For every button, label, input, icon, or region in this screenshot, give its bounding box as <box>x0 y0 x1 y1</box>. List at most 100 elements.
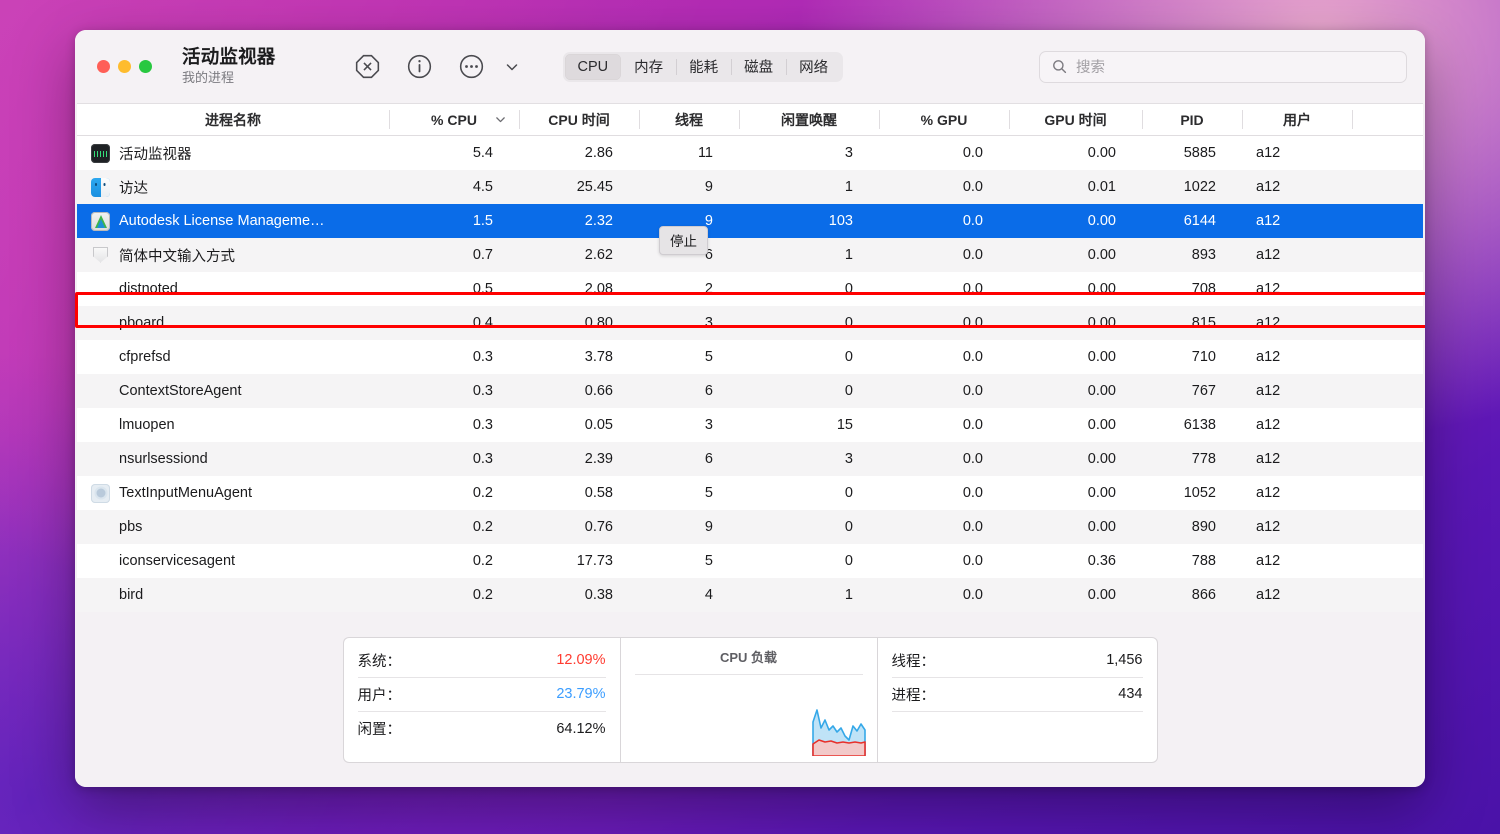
cell-process-name: bird <box>77 578 389 612</box>
cell-threads: 6 <box>704 451 713 467</box>
minimize-button[interactable] <box>118 60 131 73</box>
search-field[interactable]: 搜索 <box>1039 50 1407 83</box>
cell-process-name: Autodesk License Manageme… <box>77 204 389 238</box>
more-options-button[interactable] <box>457 52 487 82</box>
cell-threads: 5 <box>704 485 713 501</box>
column-header-idle-wake[interactable]: 闲置唤醒 <box>739 104 879 135</box>
process-info-button[interactable] <box>405 52 435 82</box>
table-row[interactable]: pbs 0.2 0.76 9 0 0.0 0.00 890 a12 <box>77 510 1423 544</box>
column-header-gpu-time[interactable]: GPU 时间 <box>1009 104 1142 135</box>
cell-threads: 5 <box>704 553 713 569</box>
cell-process-name: ContextStoreAgent <box>77 374 389 408</box>
column-header-threads[interactable]: 线程 <box>639 104 739 135</box>
cell-gpu-percent: 0.0 <box>962 519 983 535</box>
column-header-gpu-percent[interactable]: % GPU <box>879 104 1009 135</box>
cell-gpu-percent: 0.0 <box>962 451 983 467</box>
traffic-lights <box>97 60 152 73</box>
column-header-cpu-percent[interactable]: % CPU <box>389 104 519 135</box>
cell-user: a12 <box>1256 247 1281 263</box>
window-titles: 活动监视器 我的进程 <box>182 46 276 86</box>
cell-idle-wake: 103 <box>828 213 853 229</box>
cell-process-name: 简体中文输入方式 <box>77 238 389 272</box>
tab-memory[interactable]: 内存 <box>621 54 676 80</box>
table-row[interactable]: bird 0.2 0.38 4 1 0.0 0.00 866 a12 <box>77 578 1423 612</box>
cell-spacer <box>1352 170 1423 204</box>
stat-row-threads: 线程： 1,456 <box>891 644 1143 678</box>
process-name-label: TextInputMenuAgent <box>119 485 253 501</box>
table-row[interactable]: Autodesk License Manageme… 1.5 2.32 9 103 0.0… <box>77 204 1423 238</box>
table-row[interactable]: ContextStoreAgent 0.3 0.66 6 0 0.0 0.00 767 a12 <box>77 374 1423 408</box>
cell-gpu-percent: 0.0 <box>962 587 983 603</box>
more-options-dropdown-button[interactable] <box>497 52 527 82</box>
cell-user: a12 <box>1256 451 1281 467</box>
table-row[interactable]: 简体中文输入方式 0.7 2.62 6 1 0.0 0.00 893 a12 <box>77 238 1423 272</box>
cell-cpu-percent: 0.3 <box>472 451 493 467</box>
cell-cpu-time: 0.80 <box>584 315 613 331</box>
window-subtitle: 我的进程 <box>182 70 235 86</box>
process-name-label: cfprefsd <box>119 349 171 365</box>
cell-spacer <box>1352 238 1423 272</box>
cell-cpu-time: 2.32 <box>584 213 613 229</box>
info-circle-icon <box>407 54 432 79</box>
cell-gpu-percent: 0.0 <box>962 281 983 297</box>
cell-spacer <box>1352 510 1423 544</box>
table-row[interactable]: nsurlsessiond 0.3 2.39 6 3 0.0 0.00 778 a12 <box>77 442 1423 476</box>
cell-threads: 3 <box>704 315 713 331</box>
column-header-cpu-time[interactable]: CPU 时间 <box>519 104 639 135</box>
tab-network[interactable]: 网络 <box>786 54 841 80</box>
cpu-load-title: CPU 负载 <box>634 638 863 675</box>
cell-user: a12 <box>1256 349 1281 365</box>
cell-gpu-percent: 0.0 <box>962 179 983 195</box>
table-row[interactable]: TextInputMenuAgent 0.2 0.58 5 0 0.0 0.00 1052 a1… <box>77 476 1423 510</box>
stat-label-processes: 进程： <box>891 687 936 704</box>
table-row[interactable]: 访达 4.5 25.45 9 1 0.0 0.01 1022 a12 <box>77 170 1423 204</box>
table-row[interactable]: lmuopen 0.3 0.05 3 15 0.0 0.00 6138 a12 <box>77 408 1423 442</box>
activity-monitor-window: 活动监视器 我的进程 CPU 内存 能耗 磁盘 网络 搜索 进程名称 % CPU… <box>75 30 1425 787</box>
cell-pid: 6138 <box>1183 417 1216 433</box>
cell-idle-wake: 0 <box>844 519 853 535</box>
autodesk-icon <box>91 211 110 231</box>
cell-idle-wake: 15 <box>836 417 853 433</box>
column-header-user[interactable]: 用户 <box>1242 104 1352 135</box>
text-input-menu-icon <box>91 483 110 503</box>
tab-disk[interactable]: 磁盘 <box>731 54 786 80</box>
stop-process-button[interactable] <box>353 52 383 82</box>
cell-gpu-time: 0.00 <box>1087 281 1116 297</box>
cell-threads: 2 <box>704 281 713 297</box>
activity-monitor-icon <box>91 143 110 163</box>
table-row[interactable]: distnoted 0.5 2.08 2 0 0.0 0.00 708 a12 <box>77 272 1423 306</box>
cell-pid: 767 <box>1191 383 1216 399</box>
cell-user: a12 <box>1256 281 1281 297</box>
cell-gpu-time: 0.00 <box>1087 587 1116 603</box>
cell-gpu-time: 0.00 <box>1087 485 1116 501</box>
cell-gpu-time: 0.00 <box>1087 417 1116 433</box>
column-header-process-name[interactable]: 进程名称 <box>77 104 389 135</box>
cell-process-name: iconservicesagent <box>77 544 389 578</box>
cell-gpu-time: 0.00 <box>1087 349 1116 365</box>
cell-idle-wake: 1 <box>844 179 853 195</box>
process-name-label: Autodesk License Manageme… <box>119 213 325 229</box>
stop-button-tooltip: 停止 <box>659 226 708 255</box>
column-header-pid[interactable]: PID <box>1142 104 1242 135</box>
zoom-button[interactable] <box>139 60 152 73</box>
cell-process-name: nsurlsessiond <box>77 442 389 476</box>
cell-threads: 9 <box>704 519 713 535</box>
table-row[interactable]: cfprefsd 0.3 3.78 5 0 0.0 0.00 710 a12 <box>77 340 1423 374</box>
tab-energy[interactable]: 能耗 <box>676 54 731 80</box>
stat-value-threads: 1,456 <box>1106 652 1143 668</box>
cell-spacer <box>1352 578 1423 612</box>
cell-threads: 3 <box>704 417 713 433</box>
table-row[interactable]: 活动监视器 5.4 2.86 11 3 0.0 0.00 5885 a12 <box>77 136 1423 170</box>
table-row[interactable]: pboard 0.4 0.80 3 0 0.0 0.00 815 a12 <box>77 306 1423 340</box>
cell-cpu-percent: 1.5 <box>472 213 493 229</box>
cell-spacer <box>1352 306 1423 340</box>
cell-gpu-percent: 0.0 <box>962 213 983 229</box>
tab-cpu[interactable]: CPU <box>564 53 622 80</box>
cell-cpu-percent: 0.4 <box>472 315 493 331</box>
cell-process-name: lmuopen <box>77 408 389 442</box>
stat-value-user: 23.79% <box>556 686 606 702</box>
table-row[interactable]: iconservicesagent 0.2 17.73 5 0 0.0 0.36 788 a12 <box>77 544 1423 578</box>
cell-user: a12 <box>1256 485 1281 501</box>
cell-spacer <box>1352 204 1423 238</box>
close-button[interactable] <box>97 60 110 73</box>
